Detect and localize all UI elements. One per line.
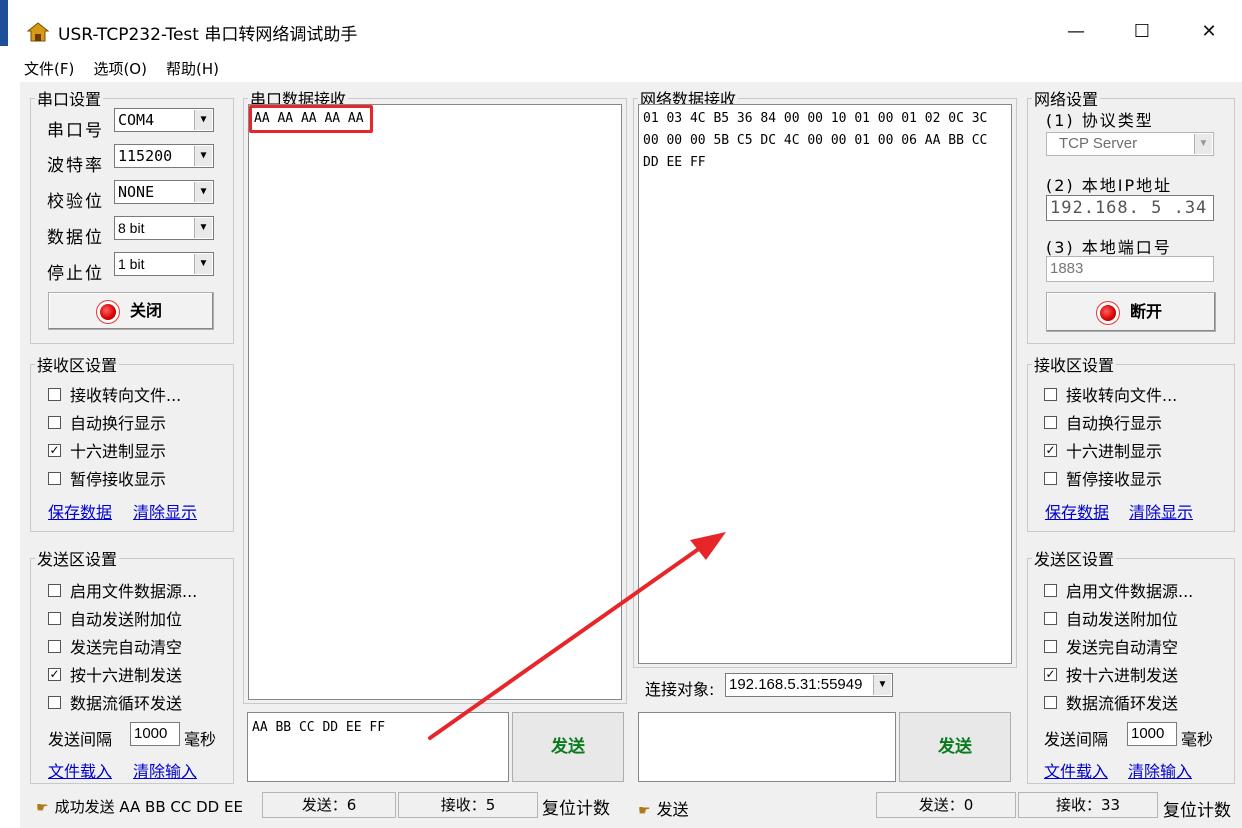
arrow-head-icon [690,532,726,560]
annotation-arrow [428,532,726,740]
arrow-shaft [428,546,702,740]
